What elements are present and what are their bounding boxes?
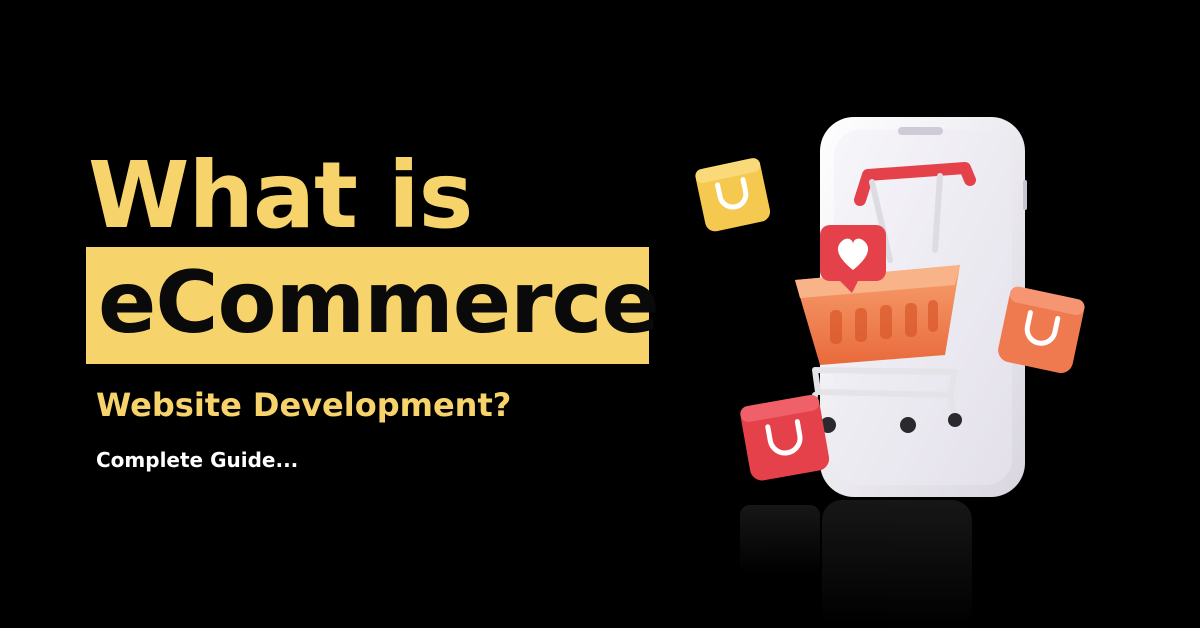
subheadline: Website Development?	[96, 386, 512, 424]
reflection	[740, 500, 972, 628]
ecommerce-illustration	[695, 117, 1085, 628]
headline: What is	[88, 142, 473, 249]
headline-highlight-text: eCommerce	[98, 253, 660, 353]
banner: What is eCommerce Website Development? C…	[0, 0, 1200, 628]
tagline: Complete Guide...	[96, 448, 299, 472]
shopping-bag-icon	[695, 158, 771, 232]
shopping-bag-icon	[998, 286, 1085, 374]
shopping-bag-icon	[740, 394, 830, 481]
